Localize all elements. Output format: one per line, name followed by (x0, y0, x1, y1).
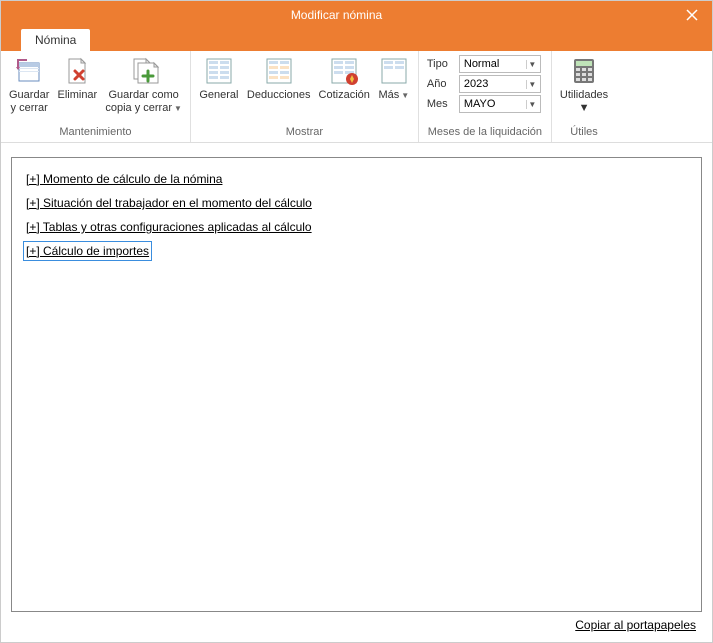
save-close-label: Guardar y cerrar (9, 89, 49, 115)
group-show-label: Mostrar (195, 126, 414, 140)
save-copy-button[interactable]: Guardar como copia y cerrar▼ (101, 53, 186, 117)
group-show: General Deducciones (191, 51, 419, 142)
year-select[interactable]: 2023 ▼ (459, 75, 541, 93)
deductions-icon (263, 55, 295, 87)
save-copy-icon (128, 55, 160, 87)
tree-item[interactable]: [+] Tablas y otras configuraciones aplic… (26, 220, 312, 234)
delete-button[interactable]: Eliminar (53, 53, 101, 104)
type-value: Normal (464, 58, 499, 70)
general-label: General (199, 89, 238, 102)
save-close-button[interactable]: Guardar y cerrar (5, 53, 53, 117)
chevron-down-icon: ▼ (526, 100, 538, 109)
chevron-down-icon: ▼ (526, 60, 538, 69)
tree-item[interactable]: [+] Momento de cálculo de la nómina (26, 172, 222, 186)
content-area: [+] Momento de cálculo de la nómina [+] … (1, 143, 712, 642)
tree-item[interactable]: [+] Situación del trabajador en el momen… (26, 196, 312, 210)
ribbon: Guardar y cerrar Eliminar Guarda (1, 51, 712, 143)
close-button[interactable] (672, 1, 712, 29)
delete-label: Eliminar (57, 89, 97, 102)
chevron-down-icon: ▼ (579, 102, 590, 115)
footer: Copiar al portapapeles (11, 612, 702, 638)
deductions-label: Deducciones (247, 89, 311, 102)
general-icon (203, 55, 235, 87)
tab-nomina[interactable]: Nómina (21, 29, 90, 51)
group-months: Tipo Normal ▼ Año 2023 ▼ Mes (419, 51, 552, 142)
calculator-icon (568, 55, 600, 87)
chevron-down-icon: ▼ (526, 80, 538, 89)
more-button[interactable]: Más▼ (374, 53, 414, 104)
group-tools-label: Útiles (556, 126, 612, 140)
contribution-icon (328, 55, 360, 87)
delete-icon (61, 55, 93, 87)
year-label: Año (427, 78, 455, 90)
more-icon (378, 55, 410, 87)
type-select[interactable]: Normal ▼ (459, 55, 541, 73)
group-months-label: Meses de la liquidación (423, 126, 547, 140)
month-select[interactable]: MAYO ▼ (459, 95, 541, 113)
chevron-down-icon: ▼ (401, 91, 409, 100)
deductions-button[interactable]: Deducciones (243, 53, 315, 104)
year-value: 2023 (464, 78, 488, 90)
tab-strip: Nómina (1, 29, 712, 51)
chevron-down-icon: ▼ (174, 104, 182, 113)
contribution-label: Cotización (319, 89, 370, 102)
titlebar: Modificar nómina (1, 1, 712, 29)
close-icon (686, 9, 698, 21)
save-close-icon (13, 55, 45, 87)
content-box: [+] Momento de cálculo de la nómina [+] … (11, 157, 702, 612)
utilities-label: Utilidades (560, 89, 608, 101)
month-value: MAYO (464, 98, 496, 110)
group-maintenance-label: Mantenimiento (5, 126, 186, 140)
copy-clipboard-link[interactable]: Copiar al portapapeles (575, 618, 696, 632)
month-label: Mes (427, 98, 455, 110)
more-label: Más (379, 89, 400, 101)
general-button[interactable]: General (195, 53, 243, 104)
group-tools: Utilidades ▼ Útiles (552, 51, 616, 142)
window-title: Modificar nómina (1, 8, 672, 22)
tree-item[interactable]: [+] Cálculo de importes (26, 244, 149, 258)
type-label: Tipo (427, 58, 455, 70)
contribution-button[interactable]: Cotización (315, 53, 374, 104)
group-maintenance: Guardar y cerrar Eliminar Guarda (1, 51, 191, 142)
save-copy-label: Guardar como copia y cerrar (105, 89, 178, 114)
utilities-button[interactable]: Utilidades ▼ (556, 53, 612, 117)
